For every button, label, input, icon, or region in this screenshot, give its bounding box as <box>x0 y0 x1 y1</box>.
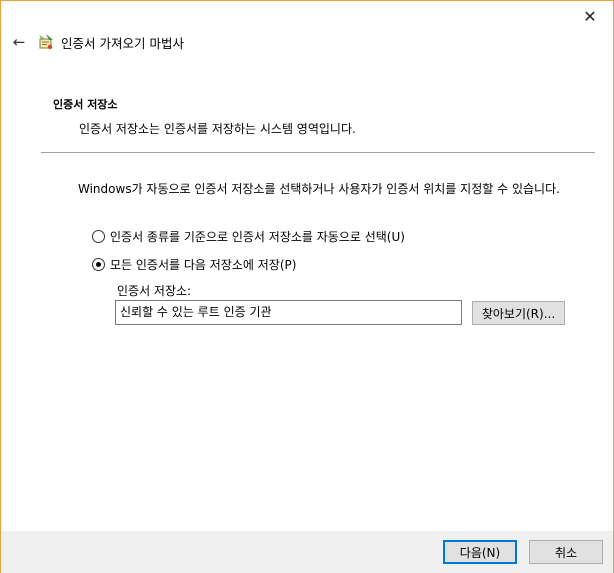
next-button[interactable]: 다음(N) <box>443 540 517 564</box>
wizard-title: 인증서 가져오기 마법사 <box>61 35 184 51</box>
radio-auto-select[interactable]: 인증서 종류를 기준으로 인증서 저장소를 자동으로 선택(U) <box>92 228 405 245</box>
radio-manual-store[interactable]: 모든 인증서를 다음 저장소에 저장(P) <box>92 256 296 273</box>
radio-manual-label[interactable]: 모든 인증서를 다음 저장소에 저장(P) <box>110 256 296 273</box>
section-title: 인증서 저장소 <box>53 98 118 111</box>
certificate-wizard-icon <box>39 34 53 50</box>
cancel-button[interactable]: 취소 <box>529 540 603 564</box>
section-description: 인증서 저장소는 인증서를 저장하는 시스템 영역입니다. <box>79 122 356 136</box>
store-label: 인증서 저장소: <box>117 284 192 298</box>
store-field[interactable]: 신뢰할 수 있는 루트 인증 기관 <box>115 300 462 325</box>
browse-button[interactable]: 찾아보기(R)... <box>472 301 565 325</box>
instruction-text: Windows가 자동으로 인증서 저장소를 선택하거나 사용자가 인증서 위치… <box>78 182 560 196</box>
header-divider <box>41 152 595 153</box>
radio-auto-label[interactable]: 인증서 종류를 기준으로 인증서 저장소를 자동으로 선택(U) <box>110 228 405 245</box>
radio-auto-indicator[interactable] <box>92 230 105 243</box>
footer-bar <box>1 531 613 573</box>
close-icon: ✕ <box>583 6 597 26</box>
wizard-window: ✕ ← 인증서 가져오기 마법사 인증서 저장소 인증서 저장소는 인증서를 저… <box>0 0 614 573</box>
back-button[interactable]: ← <box>5 30 33 54</box>
radio-manual-indicator[interactable] <box>92 258 105 271</box>
back-arrow-icon: ← <box>12 33 26 51</box>
wizard-header: ← 인증서 가져오기 마법사 <box>1 27 613 57</box>
